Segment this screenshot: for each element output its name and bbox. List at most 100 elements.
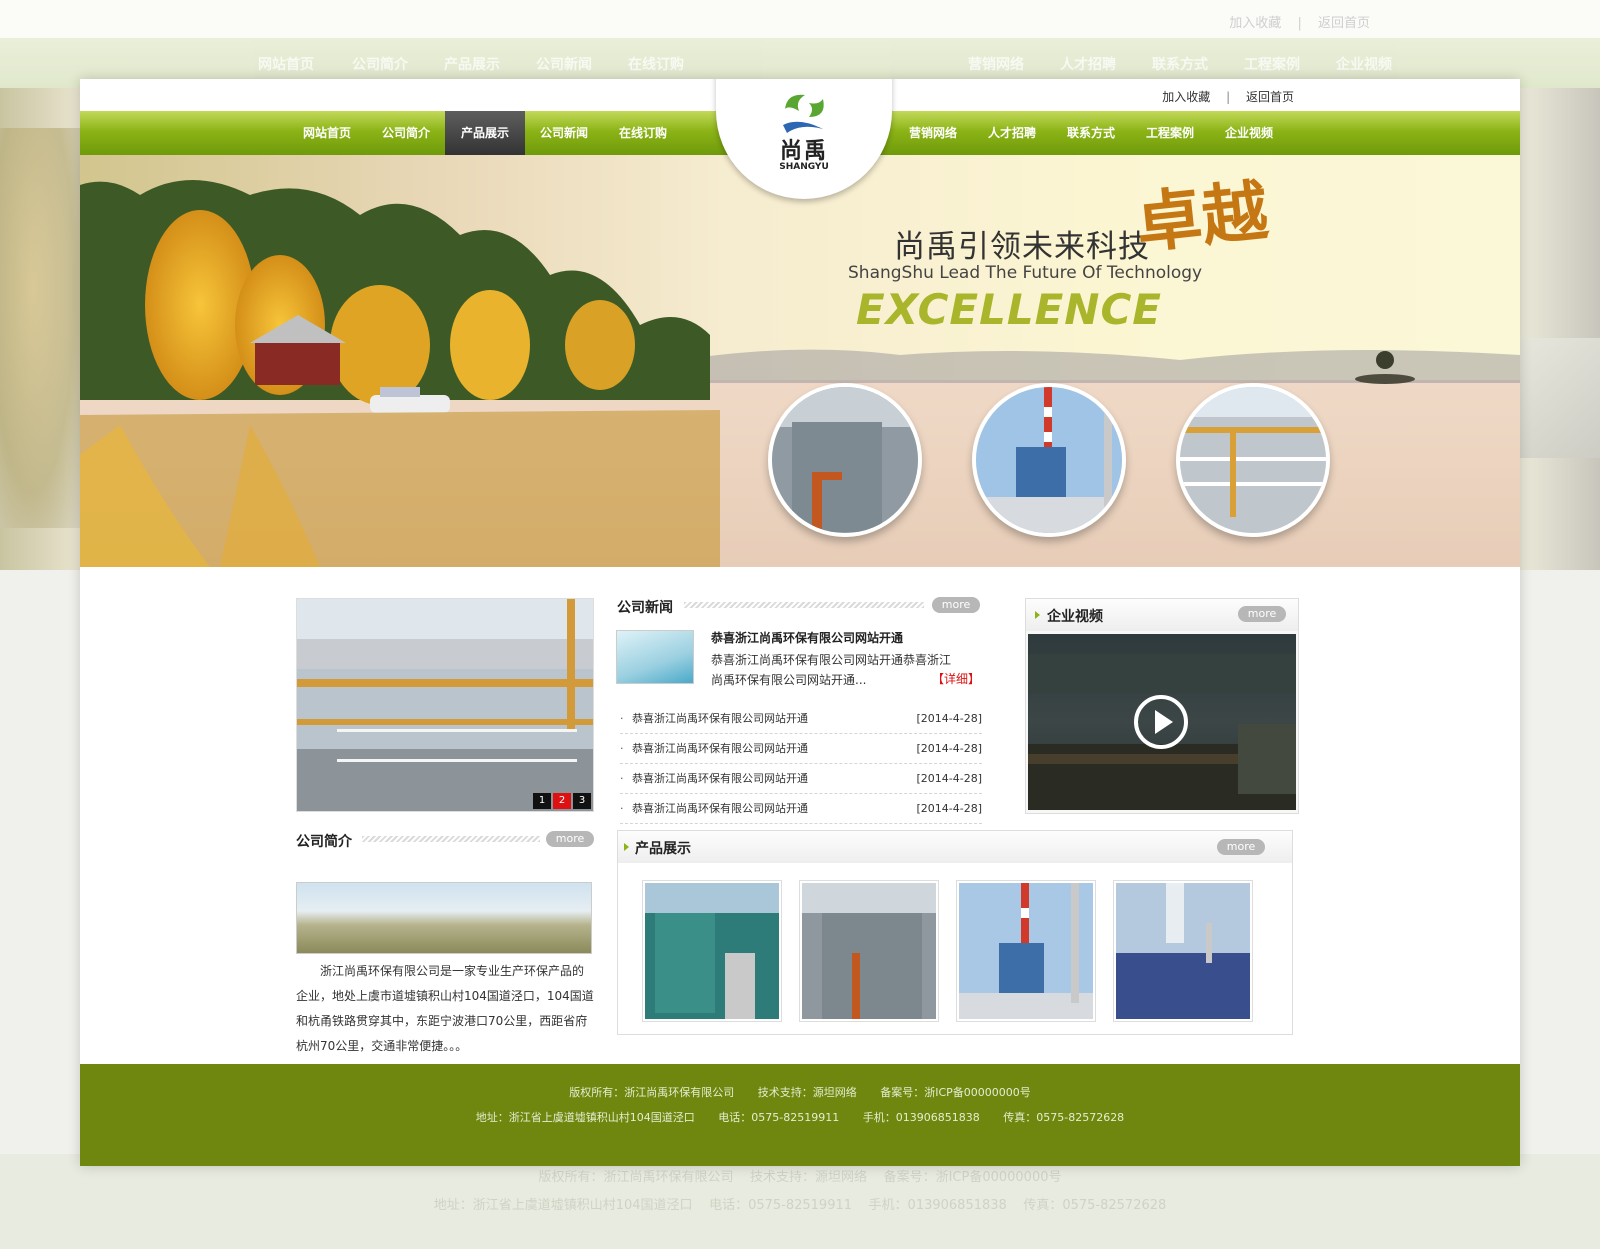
backdrop-nav-text: 公司简介: [352, 57, 408, 73]
hero-slogan-cn: 尚禹引领未来科技: [894, 229, 1150, 265]
video-panel: 企业视频 more: [1025, 598, 1299, 814]
nav-item-home[interactable]: 网站首页: [287, 111, 367, 155]
slider-page-1[interactable]: 1: [533, 793, 551, 809]
footer-address: 地址：浙江省上虞道墟镇积山村104国道泾口: [475, 1111, 695, 1124]
nav-item-marketing[interactable]: 营销网络: [893, 111, 973, 155]
divider: [684, 602, 924, 608]
news-item-title: 恭喜浙江尚禹环保有限公司网站开通: [632, 772, 808, 785]
backdrop-scenery: [0, 128, 82, 528]
nav-item-jobs[interactable]: 人才招聘: [972, 111, 1052, 155]
news-item-title: 恭喜浙江尚禹环保有限公司网站开通: [632, 712, 808, 725]
hero-circle-photo: [972, 383, 1126, 537]
footer-icp: 备案号：浙ICP备00000000号: [880, 1086, 1031, 1099]
nav-item-order[interactable]: 在线订购: [603, 111, 683, 155]
hero-banner: 尚禹引领未来科技 ShangShu Lead The Future Of Tec…: [80, 155, 1520, 567]
hero-circle-photo: [768, 383, 922, 537]
slider-page-3[interactable]: 3: [573, 793, 591, 809]
product-item[interactable]: [642, 880, 782, 1022]
backdrop-footer-text: 地址：浙江省上虞道墟镇积山村104国道泾口: [433, 1198, 693, 1213]
news-detail-link[interactable]: 【详细】: [932, 670, 980, 687]
logo-text-cn: 尚禹: [779, 139, 828, 164]
backdrop-footer-text: 版权所有：浙江尚禹环保有限公司: [538, 1170, 734, 1185]
news-more-button[interactable]: more: [932, 597, 980, 613]
products-panel: 产品展示 more: [617, 830, 1293, 1035]
nav-item-about[interactable]: 公司简介: [366, 111, 446, 155]
products-title: 产品展示: [635, 841, 691, 857]
news-thumbnail[interactable]: [616, 630, 694, 684]
backdrop-footer-text: 电话：0575-82519911: [709, 1198, 853, 1213]
list-item[interactable]: · 恭喜浙江尚禹环保有限公司网站开通 [2014-4-28]: [620, 734, 982, 764]
backdrop-link: 加入收藏: [1229, 16, 1282, 31]
product-item[interactable]: [956, 880, 1096, 1022]
backdrop-nav-text: 网站首页: [258, 57, 314, 73]
news-list: · 恭喜浙江尚禹环保有限公司网站开通 [2014-4-28] · 恭喜浙江尚禹环…: [620, 704, 982, 824]
product-photo: [1116, 883, 1250, 1019]
footer-copyright: 版权所有：浙江尚禹环保有限公司: [569, 1086, 735, 1099]
backdrop-nav-text: 营销网络: [968, 57, 1024, 73]
back-home-link[interactable]: 返回首页: [1246, 90, 1294, 104]
nav-item-contact[interactable]: 联系方式: [1051, 111, 1131, 155]
backdrop-footer-text: 传真：0575-82572628: [1023, 1198, 1167, 1213]
video-header: 企业视频 more: [1026, 599, 1298, 631]
news-item-title: 恭喜浙江尚禹环保有限公司网站开通: [632, 802, 808, 815]
backdrop-top-links: 加入收藏 | 返回首页: [1229, 16, 1370, 31]
intro-title: 公司简介: [296, 834, 352, 850]
intro-text: 浙江尚禹环保有限公司是一家专业生产环保产品的企业，地处上虞市道墟镇积山村104国…: [296, 964, 594, 1053]
backdrop-nav-text: 在线订购: [628, 57, 684, 73]
image-slider: 1 2 3: [296, 598, 594, 812]
footer-line-1: 版权所有：浙江尚禹环保有限公司 技术支持：源坦网络 备案号：浙ICP备00000…: [80, 1084, 1520, 1100]
product-photo: [645, 883, 779, 1019]
arrow-icon: [624, 843, 629, 851]
news-item-date: [2014-4-28]: [916, 802, 982, 815]
footer-line-2: 地址：浙江省上虞道墟镇积山村104国道泾口 电话：0575-82519911 手…: [80, 1109, 1520, 1125]
video-player[interactable]: [1028, 634, 1296, 810]
video-more-button[interactable]: more: [1238, 606, 1286, 622]
add-favorite-link[interactable]: 加入收藏: [1162, 90, 1210, 104]
bullet-icon: ·: [620, 742, 624, 755]
slider-page-2[interactable]: 2: [553, 793, 571, 809]
backdrop-footer: 版权所有：浙江尚禹环保有限公司 技术支持：源坦网络 备案号：浙ICP备00000…: [0, 1154, 1600, 1249]
news-item-date: [2014-4-28]: [916, 742, 982, 755]
product-photo: [802, 883, 936, 1019]
backdrop-scenery: [1520, 338, 1600, 458]
nav-item-cases[interactable]: 工程案例: [1130, 111, 1210, 155]
product-photo: [959, 883, 1093, 1019]
arrow-icon: [1035, 611, 1040, 619]
intro-more-button[interactable]: more: [546, 831, 594, 847]
news-title: 公司新闻: [617, 600, 673, 616]
list-item[interactable]: · 恭喜浙江尚禹环保有限公司网站开通 [2014-4-28]: [620, 794, 982, 824]
news-item-title: 恭喜浙江尚禹环保有限公司网站开通: [632, 742, 808, 755]
footer-mobile: 手机：013906851838: [862, 1111, 980, 1124]
footer-phone: 电话：0575-82519911: [718, 1111, 840, 1124]
play-icon[interactable]: [1133, 694, 1189, 750]
backdrop-footer-line: 版权所有：浙江尚禹环保有限公司 技术支持：源坦网络 备案号：浙ICP备00000…: [0, 1166, 1600, 1185]
backdrop-nav-text: 联系方式: [1152, 57, 1208, 73]
list-item[interactable]: · 恭喜浙江尚禹环保有限公司网站开通 [2014-4-28]: [620, 764, 982, 794]
site-footer: 版权所有：浙江尚禹环保有限公司 技术支持：源坦网络 备案号：浙ICP备00000…: [80, 1064, 1520, 1166]
product-item[interactable]: [1113, 880, 1253, 1022]
products-more-button[interactable]: more: [1217, 839, 1265, 855]
list-item[interactable]: · 恭喜浙江尚禹环保有限公司网站开通 [2014-4-28]: [620, 704, 982, 734]
logo-text-en: SHANGYU: [779, 162, 829, 172]
backdrop-footer-line: 地址：浙江省上虞道墟镇积山村104国道泾口 电话：0575-82519911 手…: [0, 1194, 1600, 1213]
backdrop-nav-text: 工程案例: [1244, 57, 1300, 73]
nav-item-products[interactable]: 产品展示: [445, 111, 525, 155]
industrial-photo: [976, 387, 1122, 533]
news-featured-desc: 恭喜浙江尚禹环保有限公司网站开通恭喜浙江尚禹环保有限公司网站开通...: [711, 653, 952, 687]
industrial-photo: [1180, 387, 1326, 533]
slider-photo: [297, 599, 593, 811]
news-featured-headline[interactable]: 恭喜浙江尚禹环保有限公司网站开通: [711, 629, 903, 646]
nav-item-news[interactable]: 公司新闻: [524, 111, 604, 155]
footer-fax: 传真：0575-82572628: [1003, 1111, 1125, 1124]
backdrop-link: 返回首页: [1317, 16, 1370, 31]
bullet-icon: ·: [620, 712, 624, 725]
product-item[interactable]: [799, 880, 939, 1022]
divider: |: [1226, 90, 1231, 104]
nav-item-video[interactable]: 企业视频: [1209, 111, 1289, 155]
backdrop-footer-text: 技术支持：源坦网络: [750, 1170, 868, 1185]
footer-support: 技术支持：源坦网络: [757, 1086, 857, 1099]
top-links: 加入收藏 | 返回首页: [1162, 88, 1294, 105]
backdrop-nav-text: 产品展示: [444, 57, 500, 73]
products-header: 产品展示 more: [618, 831, 1292, 863]
backdrop-nav-text: 企业视频: [1336, 57, 1392, 73]
